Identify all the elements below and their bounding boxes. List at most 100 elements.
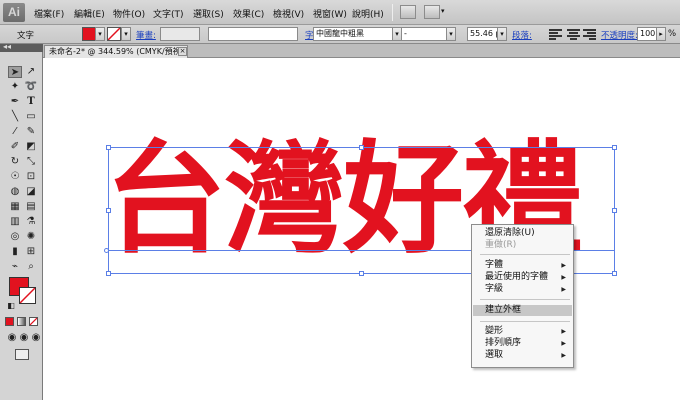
menu-file[interactable]: 檔案(F) [34, 7, 64, 20]
paragraph-link[interactable]: 段落: [512, 29, 532, 41]
resize-handle-top-right[interactable] [612, 145, 617, 150]
fill-swatch[interactable] [82, 27, 96, 41]
scale-tool-icon[interactable]: ⤡ [24, 156, 38, 168]
text-anchor-point[interactable] [104, 248, 109, 253]
submenu-arrow-icon: ▶ [561, 328, 566, 335]
tools-panel-header[interactable]: ◂◂ [0, 42, 43, 52]
font-size-field[interactable]: 55.46 pt [467, 27, 499, 41]
rectangle-tool-icon[interactable]: ▭ [24, 111, 38, 123]
context-menu: 還原清除(U) 重做(R) 字體 ▶ 最近使用的字體 ▶ 字級 ▶ 建立外框 變形 ▶ … [471, 224, 574, 368]
menu-help[interactable]: 說明(H) [352, 7, 384, 20]
menu-item-arrange[interactable]: 排列順序 ▶ [473, 338, 572, 349]
menu-object[interactable]: 物件(O) [113, 7, 145, 20]
menu-view[interactable]: 檢視(V) [273, 7, 304, 20]
resize-handle-top-left[interactable] [106, 145, 111, 150]
resize-handle-bottom-left[interactable] [106, 271, 111, 276]
font-style-field[interactable]: - [401, 27, 451, 41]
type-tool-icon[interactable]: T [24, 96, 38, 108]
rotate-tool-icon[interactable]: ↻ [8, 156, 22, 168]
chevron-down-icon[interactable]: ▾ [441, 7, 445, 15]
resize-handle-bottom[interactable] [359, 271, 364, 276]
eraser-tool-icon[interactable]: ◩ [24, 141, 38, 153]
menu-item-undo-clear[interactable]: 還原清除(U) [473, 228, 572, 239]
menu-item-select[interactable]: 選取 ▶ [473, 350, 572, 361]
stroke-label[interactable]: 筆畫: [136, 29, 156, 41]
menu-item-redo: 重做(R) [485, 240, 517, 250]
menu-item-transform[interactable]: 變形 ▶ [473, 326, 572, 337]
gradient-tool-icon[interactable]: ▥ [8, 216, 22, 228]
symbol-sprayer-tool-icon[interactable]: ✺ [24, 231, 38, 243]
line-tool-icon[interactable]: ╲ [8, 111, 22, 123]
menu-edit[interactable]: 編輯(E) [74, 7, 105, 20]
blob-brush-tool-icon[interactable]: ✐ [8, 141, 22, 153]
menu-bar: Ai 檔案(F) 編輯(E) 物件(O) 文字(T) 選取(S) 效果(C) 檢… [0, 0, 680, 25]
default-colors-icon[interactable]: ◧ [4, 300, 18, 312]
free-transform-tool-icon[interactable]: ⊡ [24, 171, 38, 183]
perspective-grid-tool-icon[interactable]: ▦ [8, 201, 22, 213]
brush-field[interactable] [208, 27, 298, 41]
lasso-tool-icon[interactable]: ➰ [24, 81, 38, 93]
align-center-icon[interactable] [567, 28, 580, 40]
font-size-dropdown[interactable]: ▾ [497, 27, 507, 41]
slice-tool-icon[interactable]: ⌁ [8, 261, 22, 273]
resize-handle-left[interactable] [106, 208, 111, 213]
pencil-tool-icon[interactable]: ✎ [24, 126, 38, 138]
font-family-field[interactable]: 中國龍中粗黑 [313, 27, 397, 41]
close-tab-icon[interactable]: × [178, 47, 187, 56]
column-graph-tool-icon[interactable]: ▮ [8, 246, 22, 258]
submenu-arrow-icon: ▶ [561, 340, 566, 347]
opacity-dropdown[interactable]: ▸ [656, 27, 666, 41]
submenu-arrow-icon: ▶ [561, 286, 566, 293]
menu-item-recent-fonts[interactable]: 最近使用的字體 ▶ [473, 272, 572, 283]
menubar-divider [392, 4, 393, 21]
no-stroke-icon [19, 287, 36, 304]
document-tab[interactable]: 未命名-2* @ 344.59% (CMYK/預視) [44, 45, 188, 58]
live-paint-tool-icon[interactable]: ◪ [24, 186, 38, 198]
control-bar: 文字 ▾ ▾ 筆畫: 字元 中國龍中粗黑 ▾ - ▾ 55.46 pt ▾ 段落… [0, 25, 680, 44]
resize-handle-top[interactable] [359, 145, 364, 150]
zoom-tool-icon[interactable]: ⌕ [24, 261, 38, 273]
menu-item-font[interactable]: 字體 ▶ [473, 260, 572, 271]
none-mode-icon[interactable] [29, 317, 38, 326]
pen-tool-icon[interactable]: ✒ [8, 96, 22, 108]
warp-tool-icon[interactable]: ☉ [8, 171, 22, 183]
mesh-tool-icon[interactable]: ▤ [24, 201, 38, 213]
menu-item-size[interactable]: 字級 ▶ [473, 284, 572, 295]
resize-handle-right[interactable] [612, 208, 617, 213]
screen-mode-icon[interactable] [15, 349, 29, 360]
menu-type[interactable]: 文字(T) [153, 7, 184, 20]
submenu-arrow-icon: ▶ [561, 274, 566, 281]
opacity-field[interactable]: 100 [637, 27, 657, 41]
fill-dropdown[interactable]: ▾ [95, 27, 105, 41]
paintbrush-tool-icon[interactable]: ⁄ [8, 126, 22, 138]
collapse-icon[interactable]: ◂◂ [3, 42, 11, 51]
draw-inside-icon[interactable]: ◉ [29, 332, 43, 344]
resize-handle-bottom-right[interactable] [612, 271, 617, 276]
tools-panel: ◂◂ ➤ ↗ ✦ ➰ ✒ T ╲ ▭ ⁄ ✎ ✐ ◩ ↻ ⤡ ☉ ⊡ ◍ ◪ ▦… [0, 42, 43, 400]
font-style-dropdown[interactable]: ▾ [446, 27, 456, 41]
menu-separator [480, 299, 570, 300]
direct-selection-tool-icon[interactable]: ↗ [24, 66, 38, 78]
shape-builder-tool-icon[interactable]: ◍ [8, 186, 22, 198]
menu-select[interactable]: 選取(S) [193, 7, 224, 20]
menu-item-create-outlines[interactable]: 建立外框 [473, 305, 572, 316]
artboard-tool-icon[interactable]: ⊞ [24, 246, 38, 258]
align-left-icon[interactable] [549, 28, 562, 40]
eyedropper-tool-icon[interactable]: ⚗ [24, 216, 38, 228]
menu-separator [480, 321, 570, 322]
stroke-weight-field[interactable] [160, 27, 200, 41]
gradient-mode-icon[interactable] [17, 317, 26, 326]
menu-effect[interactable]: 效果(C) [233, 7, 264, 20]
menu-window[interactable]: 視窗(W) [313, 7, 347, 20]
color-mode-icon[interactable] [5, 317, 14, 326]
stroke-dropdown[interactable]: ▾ [121, 27, 131, 41]
align-right-icon[interactable] [583, 28, 596, 40]
stroke-color-box[interactable] [19, 287, 36, 304]
magic-wand-tool-icon[interactable]: ✦ [8, 81, 22, 93]
blend-tool-icon[interactable]: ◎ [8, 231, 22, 243]
selection-tool-icon[interactable]: ➤ [8, 66, 22, 78]
opacity-label[interactable]: 不透明度: [601, 29, 638, 41]
arrange-documents-icon[interactable] [424, 5, 440, 19]
stroke-swatch[interactable] [107, 27, 121, 41]
bridge-icon[interactable] [400, 5, 416, 19]
